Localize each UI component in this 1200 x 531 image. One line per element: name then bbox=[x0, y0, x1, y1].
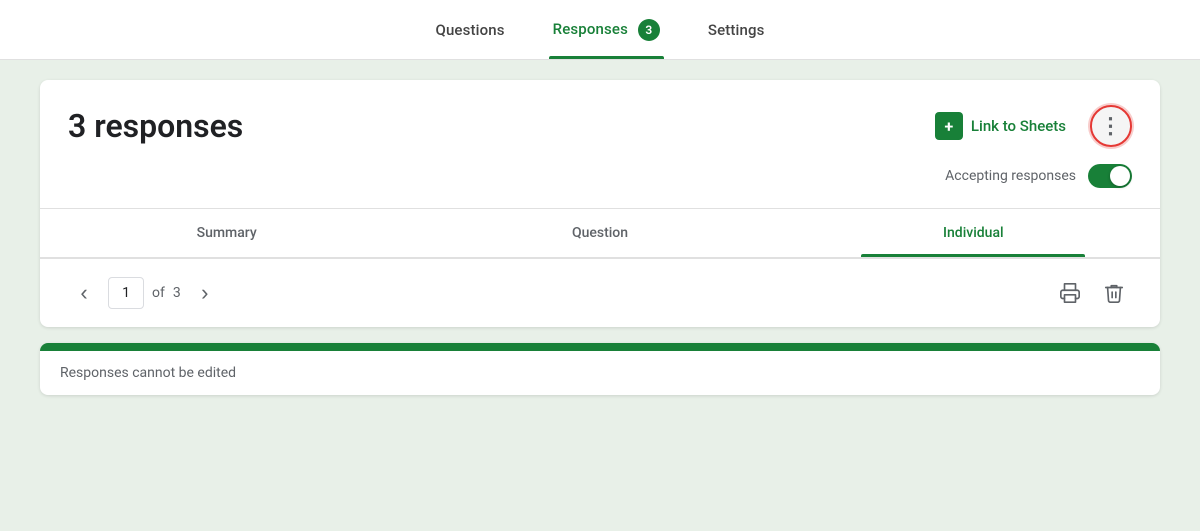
tab-questions[interactable]: Questions bbox=[431, 3, 508, 57]
notice-card: Responses cannot be edited bbox=[40, 343, 1160, 395]
tab-settings[interactable]: Settings bbox=[704, 3, 769, 57]
tab-responses[interactable]: Responses 3 bbox=[549, 1, 664, 59]
pagination-left: ‹ 1 of 3 › bbox=[68, 277, 221, 309]
top-navigation: Questions Responses 3 Settings bbox=[0, 0, 1200, 60]
sub-tab-individual[interactable]: Individual bbox=[787, 209, 1160, 257]
prev-page-button[interactable]: ‹ bbox=[68, 277, 100, 309]
page-total: 3 bbox=[173, 285, 181, 301]
trash-icon bbox=[1103, 282, 1125, 304]
prev-icon: ‹ bbox=[80, 280, 87, 306]
notice-text: Responses cannot be edited bbox=[40, 351, 1160, 395]
more-options-button[interactable]: ⋮ bbox=[1090, 105, 1132, 147]
pagination-row: ‹ 1 of 3 › bbox=[40, 258, 1160, 327]
card-header: 3 responses + Link to Sheets ⋮ bbox=[40, 80, 1160, 164]
page-number-box: 1 bbox=[108, 277, 144, 309]
print-icon bbox=[1059, 282, 1081, 304]
page-of-label: of bbox=[152, 285, 165, 301]
response-count: 3 responses bbox=[68, 107, 243, 145]
toggle-thumb bbox=[1110, 166, 1130, 186]
link-to-sheets-label: Link to Sheets bbox=[971, 117, 1066, 135]
pagination-right bbox=[1052, 275, 1132, 311]
accepting-label: Accepting responses bbox=[945, 168, 1076, 184]
accepting-responses-row: Accepting responses bbox=[40, 164, 1160, 208]
sheets-icon: + bbox=[935, 112, 963, 140]
main-area: 3 responses + Link to Sheets ⋮ Accepting… bbox=[0, 60, 1200, 531]
sub-tab-summary[interactable]: Summary bbox=[40, 209, 413, 257]
accepting-toggle[interactable] bbox=[1088, 164, 1132, 188]
responses-badge: 3 bbox=[638, 19, 660, 41]
link-to-sheets-button[interactable]: + Link to Sheets bbox=[923, 104, 1078, 148]
print-button[interactable] bbox=[1052, 275, 1088, 311]
toggle-track bbox=[1088, 164, 1132, 188]
notice-bar bbox=[40, 343, 1160, 351]
current-page: 1 bbox=[122, 285, 130, 301]
sub-tabs: Summary Question Individual bbox=[40, 208, 1160, 258]
header-actions: + Link to Sheets ⋮ bbox=[923, 104, 1132, 148]
responses-card: 3 responses + Link to Sheets ⋮ Accepting… bbox=[40, 80, 1160, 327]
more-icon: ⋮ bbox=[1100, 115, 1123, 137]
next-icon: › bbox=[201, 280, 208, 306]
next-page-button[interactable]: › bbox=[189, 277, 221, 309]
sub-tab-question[interactable]: Question bbox=[413, 209, 786, 257]
delete-button[interactable] bbox=[1096, 275, 1132, 311]
